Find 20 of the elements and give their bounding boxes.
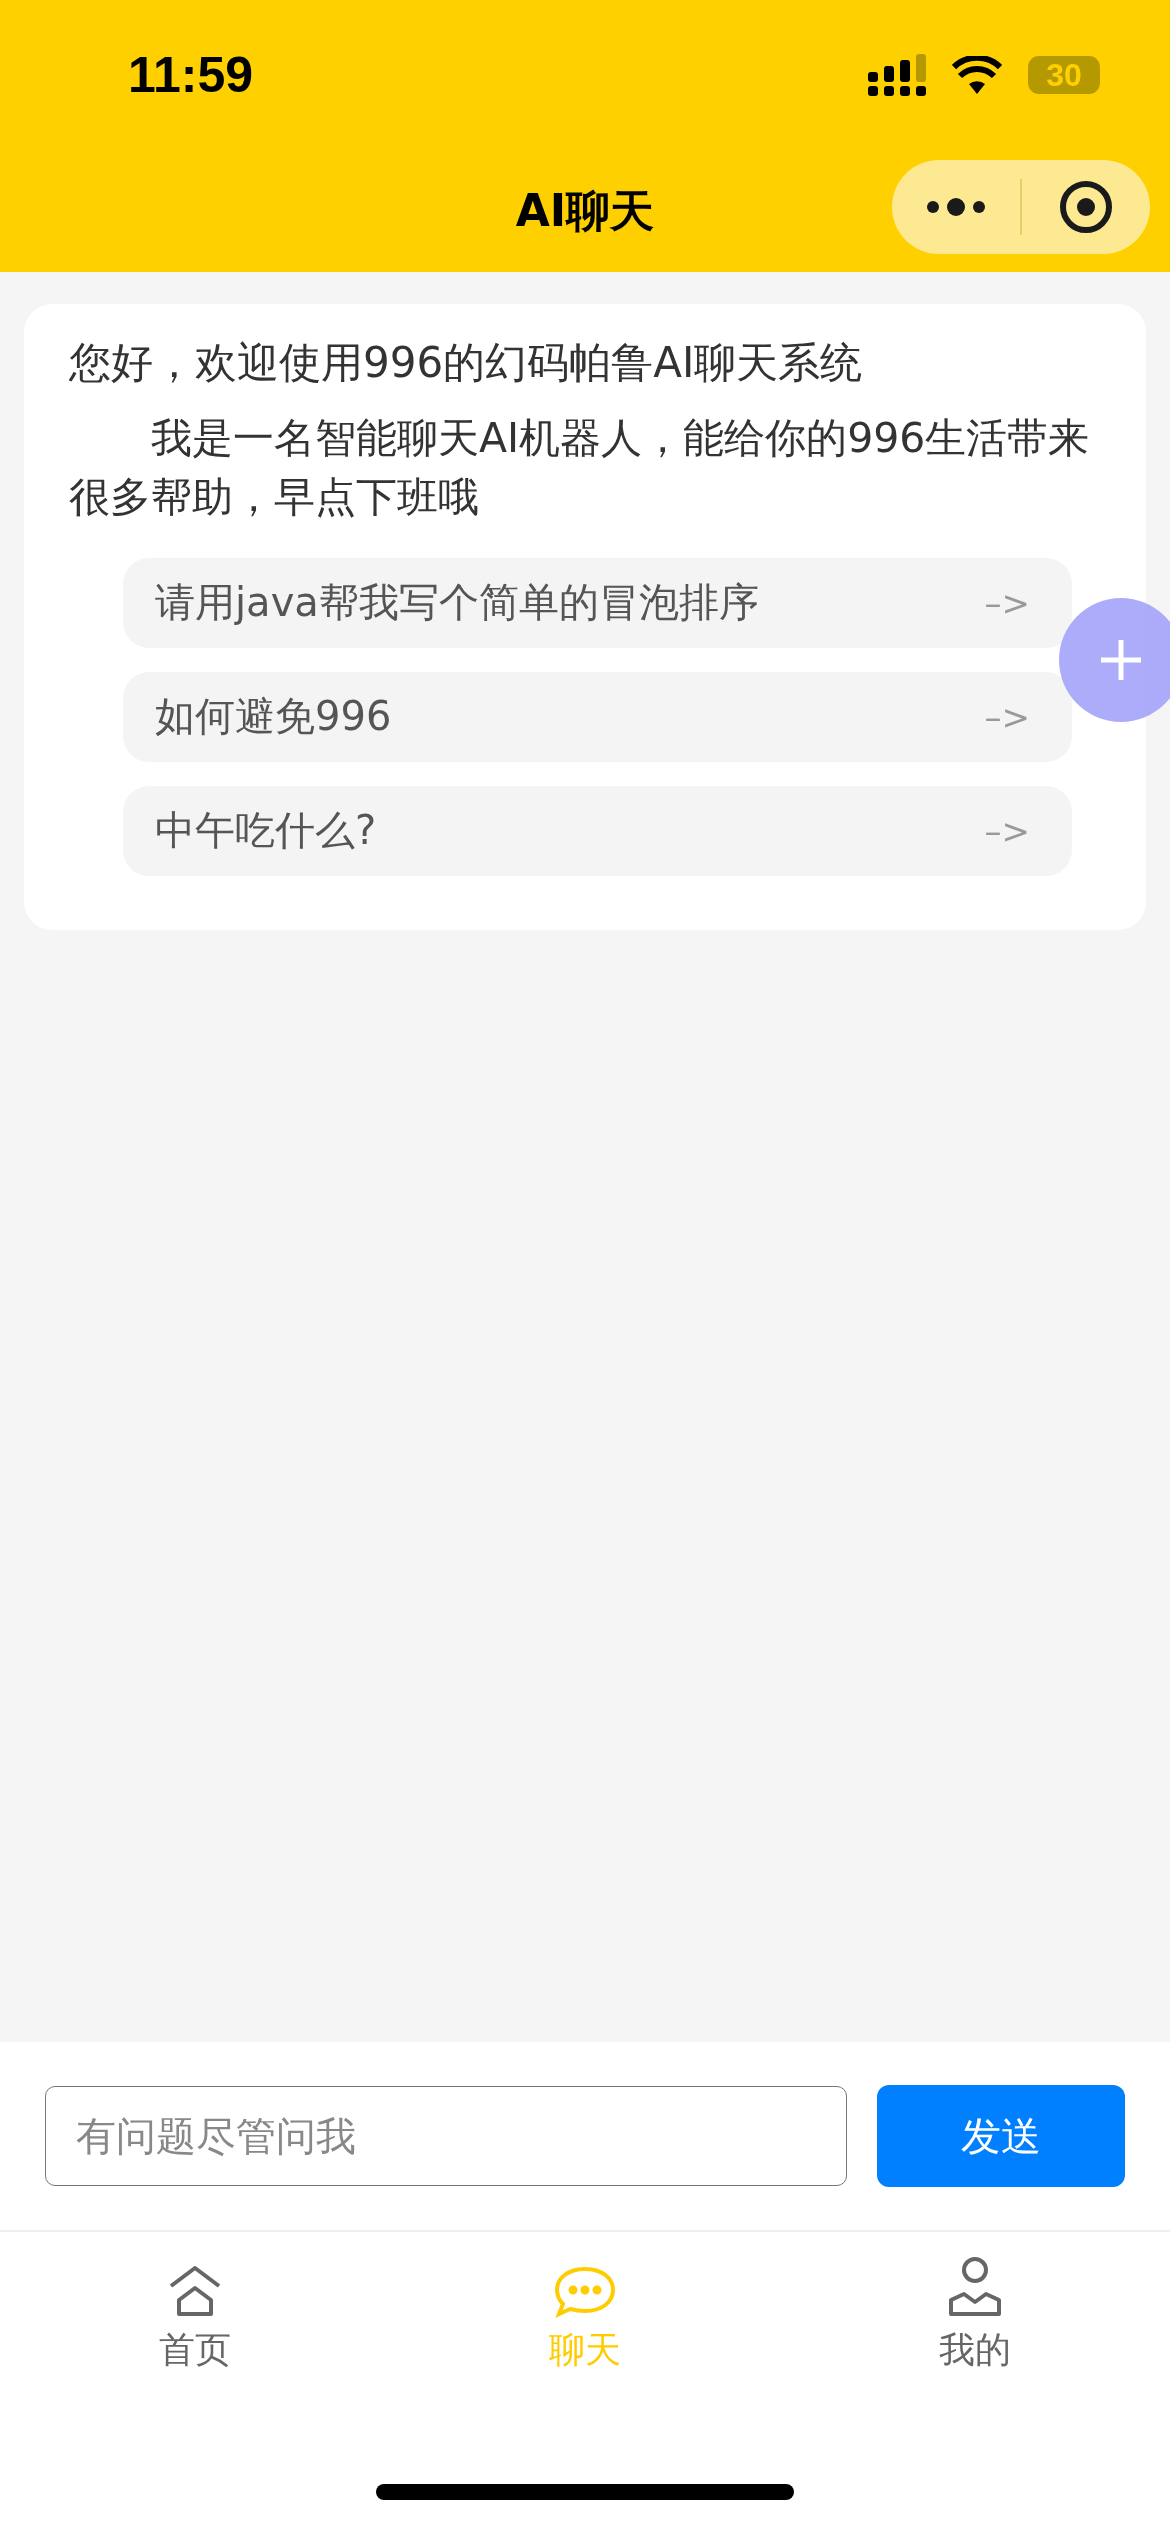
signal-icon — [868, 54, 926, 96]
chat-bubble-icon — [554, 2266, 616, 2318]
status-time: 11:59 — [128, 46, 254, 104]
person-icon — [948, 2256, 1002, 2318]
battery-indicator: 30 — [1028, 56, 1100, 94]
wifi-icon — [952, 56, 1002, 94]
question-input[interactable]: 有问题尽管问我 — [45, 2086, 847, 2186]
suggestion-item[interactable]: 如何避免996 –> — [123, 671, 1072, 762]
suggestion-item[interactable]: 中午吃什么? –> — [123, 785, 1072, 876]
plus-icon — [1099, 638, 1143, 682]
intro-paragraph: 我是一名智能聊天AI机器人，能给你的996生活带来很多帮助，早点下班哦 — [69, 412, 1091, 524]
dots-icon — [925, 197, 987, 217]
send-button[interactable]: 发送 — [877, 2085, 1125, 2187]
tab-bar-item[interactable]: 我的 — [780, 2232, 1170, 2376]
welcome-title: 您好，欢迎使用996的幻码帕鲁AI聊天系统 — [69, 337, 864, 389]
target-icon — [1059, 180, 1113, 234]
suggestion-item[interactable]: 请用java帮我写个简单的冒泡排序 –> — [123, 557, 1072, 648]
page-title: AI聊天 — [515, 183, 655, 238]
home-icon — [167, 2266, 223, 2318]
tab-bar-item[interactable]: 首页 — [0, 2232, 390, 2376]
